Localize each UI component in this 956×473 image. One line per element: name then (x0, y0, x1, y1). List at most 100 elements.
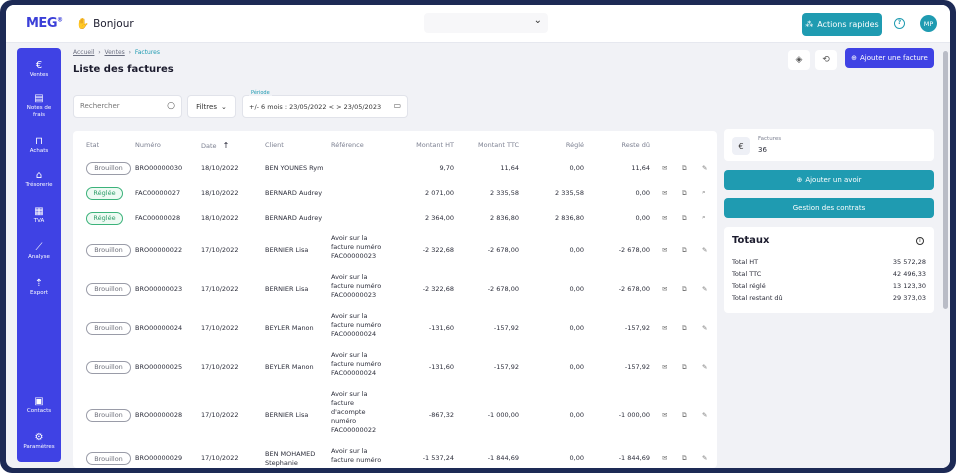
status-badge[interactable]: Brouillon (86, 161, 131, 175)
invoice-client: BERNIER Lisa (265, 285, 309, 293)
quick-actions-button[interactable]: ⁂ Actions rapides (802, 13, 882, 36)
bag-icon: ⊓ (35, 136, 43, 147)
sidebar-item-ventes[interactable]: € Ventes (17, 60, 61, 79)
duplicate-icon[interactable]: ⧉ (682, 164, 687, 173)
col-reference[interactable]: Référence (331, 141, 364, 149)
col-client[interactable]: Client (265, 141, 284, 149)
scrollbar-thumb[interactable] (943, 51, 948, 309)
sort-up-icon[interactable]: ↑ (223, 141, 230, 150)
bank-icon: ⌂ (35, 170, 43, 181)
layers-icon[interactable]: ◈ (788, 50, 810, 70)
invoice-reference: Avoir sur la facture numéro (331, 447, 382, 464)
col-reste[interactable]: Reste dû (593, 141, 650, 149)
edit-icon[interactable]: ✎ (702, 285, 707, 293)
duplicate-icon[interactable]: ⧉ (682, 189, 687, 198)
amount-ttc: 2 836,80 (490, 213, 519, 222)
email-icon[interactable]: ✉ (662, 189, 667, 197)
add-invoice-button[interactable]: ⊕ Ajouter une facture (845, 48, 934, 68)
amount-ht: 2 071,00 (425, 188, 454, 197)
edit-icon[interactable]: ✎ (702, 454, 707, 462)
sidebar-item-parametres[interactable]: ⚙ Paramètres (17, 432, 61, 451)
col-date[interactable]: Date ↑ (201, 141, 229, 150)
invoices-count-value: 36 (758, 146, 767, 154)
email-icon[interactable]: ✉ (662, 363, 667, 371)
sidebar-item-contacts[interactable]: ▣ Contacts (17, 396, 61, 415)
edit-icon[interactable]: ✎ (702, 411, 707, 419)
breadcrumb-current: Factures (134, 49, 160, 56)
edit-icon[interactable]: ✎ (702, 246, 707, 254)
status-badge[interactable]: Réglée (86, 211, 123, 225)
col-montant-ttc[interactable]: Montant TTC (463, 141, 519, 149)
calendar-icon[interactable]: ▭ (393, 101, 401, 110)
invoice-client: BERNIER Lisa (265, 246, 309, 254)
company-select[interactable]: ⌄ (424, 13, 548, 33)
duplicate-icon[interactable]: ⧉ (682, 285, 687, 294)
sidebar-item-export[interactable]: ⇡ Export (17, 278, 61, 297)
email-icon[interactable]: ✉ (662, 214, 667, 222)
duplicate-icon[interactable]: ⧉ (682, 214, 687, 223)
status-badge[interactable]: Brouillon (86, 243, 131, 257)
search-field[interactable]: ○ (73, 95, 182, 118)
status-badge[interactable]: Brouillon (86, 282, 131, 296)
period-field[interactable]: Période +/- 6 mois : 23/05/2022 < > 23/0… (242, 90, 408, 118)
edit-icon[interactable]: ✎ (702, 324, 707, 332)
status-badge[interactable]: Brouillon (86, 360, 131, 374)
duplicate-icon[interactable]: ⧉ (682, 411, 687, 420)
status-badge[interactable]: Brouillon (86, 321, 131, 335)
breadcrumb-home[interactable]: Accueil (73, 49, 94, 56)
scrollbar[interactable] (941, 43, 950, 468)
help-icon[interactable]: ? (894, 18, 905, 29)
status-badge[interactable]: Réglée (86, 186, 123, 200)
amount-ht: -2 322,68 (422, 284, 454, 293)
amount-regle: 0,00 (569, 163, 584, 172)
view-icon[interactable]: ⌕ (702, 188, 706, 197)
invoices-table: Etat Numéro Date ↑ Client Référence Mont… (73, 131, 717, 468)
search-input[interactable] (80, 102, 160, 110)
filters-button[interactable]: Filtres ⌄ (187, 95, 236, 118)
col-etat[interactable]: Etat (86, 141, 99, 149)
col-numero[interactable]: Numéro (135, 141, 161, 149)
sidebar-item-achats[interactable]: ⊓ Achats (17, 136, 61, 155)
invoice-number: BRO00000023 (135, 284, 183, 293)
document-icon: ▦ (34, 206, 44, 217)
amount-ht: -867,32 (428, 410, 454, 419)
euro-icon: € (35, 60, 43, 71)
duplicate-icon[interactable]: ⧉ (682, 454, 687, 463)
col-montant-ht[interactable]: Montant HT (393, 141, 454, 149)
chevron-down-icon: ⌄ (220, 102, 227, 111)
amount-reste: 0,00 (635, 188, 650, 197)
invoice-date: 17/10/2022 (201, 410, 239, 419)
edit-icon[interactable]: ✎ (702, 363, 707, 371)
email-icon[interactable]: ✉ (662, 324, 667, 332)
info-icon[interactable]: i (916, 237, 924, 245)
sync-icon[interactable]: ⟲ (815, 50, 837, 70)
invoice-client: BERNIER Lisa (265, 411, 309, 419)
euro-icon: € (732, 137, 750, 155)
email-icon[interactable]: ✉ (662, 411, 667, 419)
col-regle[interactable]: Réglé (533, 141, 584, 149)
app-logo[interactable]: MEG® (26, 16, 63, 31)
email-icon[interactable]: ✉ (662, 285, 667, 293)
duplicate-icon[interactable]: ⧉ (682, 324, 687, 333)
sidebar-item-notes-de-frais[interactable]: ▤ Notes de frais (17, 93, 61, 119)
amount-reste: -2 678,00 (618, 284, 650, 293)
email-icon[interactable]: ✉ (662, 246, 667, 254)
add-credit-note-button[interactable]: ⊕ Ajouter un avoir (724, 170, 934, 190)
avatar[interactable]: MP (920, 15, 937, 32)
sidebar-item-tresorerie[interactable]: ⌂ Trésorerie (17, 170, 61, 189)
sidebar-item-analyse[interactable]: ⟋ Analyse (17, 242, 61, 261)
duplicate-icon[interactable]: ⧉ (682, 246, 687, 255)
invoice-client: BEN MOHAMED Stephanie (265, 450, 316, 467)
view-icon[interactable]: ⌕ (702, 213, 706, 222)
status-badge[interactable]: Brouillon (86, 452, 131, 465)
edit-icon[interactable]: ✎ (702, 164, 707, 172)
email-icon[interactable]: ✉ (662, 164, 667, 172)
duplicate-icon[interactable]: ⧉ (682, 363, 687, 372)
amount-ttc: 11,64 (500, 163, 519, 172)
email-icon[interactable]: ✉ (662, 454, 667, 462)
status-badge[interactable]: Brouillon (86, 408, 131, 422)
sidebar-item-tva[interactable]: ▦ TVA (17, 206, 61, 225)
breadcrumb-ventes[interactable]: Ventes (104, 49, 124, 56)
contracts-button[interactable]: Gestion des contrats (724, 198, 934, 218)
grid-icon: ⁂ (805, 20, 814, 29)
